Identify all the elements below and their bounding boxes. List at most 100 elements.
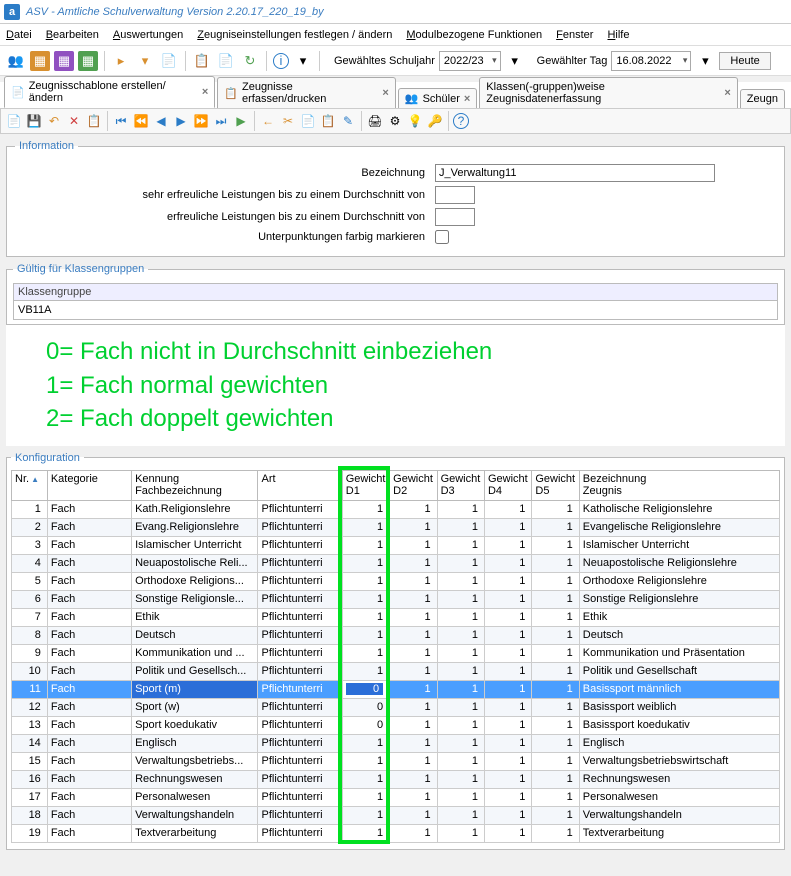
table-cell[interactable]: 9 <box>12 644 48 662</box>
col-nr[interactable]: Nr.▲ <box>12 470 48 500</box>
schuljahr-combo[interactable]: 2022/23 <box>439 51 501 71</box>
table-cell[interactable]: Pflichtunterri <box>258 554 342 572</box>
tag-dropdown-icon[interactable]: ▾ <box>695 51 715 71</box>
table-cell[interactable]: 1 <box>532 734 579 752</box>
table-row[interactable]: 11FachSport (m)Pflichtunterri1111Basissp… <box>12 680 780 698</box>
table-cell[interactable]: 1 <box>437 716 484 734</box>
table-cell[interactable]: Fach <box>47 500 131 518</box>
refresh-icon[interactable]: ↻ <box>240 51 260 71</box>
table-cell[interactable]: Pflichtunterri <box>258 590 342 608</box>
table-cell[interactable]: 1 <box>390 644 437 662</box>
table-cell[interactable]: 1 <box>390 626 437 644</box>
table-cell[interactable]: 2 <box>12 518 48 536</box>
table-cell[interactable]: Pflichtunterri <box>258 518 342 536</box>
table-row[interactable]: 6FachSonstige Religionsle...Pflichtunter… <box>12 590 780 608</box>
table-cell[interactable]: Englisch <box>132 734 258 752</box>
table-cell[interactable]: Fach <box>47 662 131 680</box>
table-cell[interactable]: 1 <box>437 752 484 770</box>
module-icon-1[interactable]: ▦ <box>30 51 50 71</box>
table-cell[interactable]: 1 <box>484 752 531 770</box>
table-cell[interactable]: Fach <box>47 644 131 662</box>
erfreulich-input[interactable] <box>435 208 475 226</box>
schuljahr-dropdown-icon[interactable]: ▾ <box>505 51 525 71</box>
table-cell[interactable]: 1 <box>484 698 531 716</box>
table-cell[interactable]: 1 <box>437 770 484 788</box>
table-cell[interactable]: 1 <box>437 788 484 806</box>
table-cell[interactable]: 1 <box>342 518 389 536</box>
table-cell[interactable]: 1 <box>390 752 437 770</box>
table-cell[interactable]: 1 <box>437 806 484 824</box>
table-cell[interactable]: Verwaltungsbetriebswirtschaft <box>579 752 779 770</box>
table-cell[interactable]: Verwaltungshandeln <box>579 806 779 824</box>
col-bezeichnung[interactable]: BezeichnungZeugnis <box>579 470 779 500</box>
first-icon[interactable]: ⏮ <box>112 112 130 130</box>
key-icon[interactable]: 🔑 <box>426 112 444 130</box>
table-cell[interactable]: Politik und Gesellsch... <box>132 662 258 680</box>
table-cell[interactable]: 0 <box>342 716 389 734</box>
table-cell[interactable]: Evangelische Religionslehre <box>579 518 779 536</box>
table-cell[interactable]: 1 <box>342 590 389 608</box>
info-icon[interactable]: i <box>273 53 289 69</box>
table-cell[interactable]: 1 <box>342 572 389 590</box>
table-cell[interactable]: Islamischer Unterricht <box>579 536 779 554</box>
table-cell[interactable]: 1 <box>390 680 437 698</box>
table-cell[interactable]: 1 <box>532 572 579 590</box>
table-cell[interactable]: 1 <box>484 554 531 572</box>
nav-icon-1[interactable]: ▸ <box>111 51 131 71</box>
tab-klassen[interactable]: Klassen(-gruppen)weise Zeugnisdatenerfas… <box>479 77 737 108</box>
col-d4[interactable]: GewichtD4 <box>484 470 531 500</box>
table-cell[interactable]: 1 <box>484 680 531 698</box>
table-cell[interactable]: Fach <box>47 626 131 644</box>
table-cell[interactable]: 1 <box>342 554 389 572</box>
table-cell[interactable]: Personalwesen <box>579 788 779 806</box>
table-cell[interactable]: 1 <box>437 590 484 608</box>
table-cell[interactable]: 1 <box>532 698 579 716</box>
table-cell[interactable]: Sport (m) <box>132 680 258 698</box>
table-cell[interactable]: 1 <box>342 536 389 554</box>
table-cell[interactable]: Kath.Religionslehre <box>132 500 258 518</box>
table-cell[interactable]: Rechnungswesen <box>579 770 779 788</box>
table-row[interactable]: 4FachNeuapostolische Reli...Pflichtunter… <box>12 554 780 572</box>
table-cell[interactable]: 1 <box>484 644 531 662</box>
table-cell[interactable]: 1 <box>342 824 389 842</box>
table-cell[interactable]: 1 <box>484 770 531 788</box>
prev-icon[interactable]: ◀ <box>152 112 170 130</box>
tab-schueler[interactable]: 👥 Schüler × <box>398 88 477 108</box>
module-icon-3[interactable]: ▦ <box>78 51 98 71</box>
table-cell[interactable]: 1 <box>484 500 531 518</box>
unterpunkt-checkbox[interactable] <box>435 230 449 244</box>
tab-erfassen[interactable]: 📋 Zeugnisse erfassen/drucken × <box>217 77 396 108</box>
close-icon[interactable]: × <box>202 86 208 98</box>
table-cell[interactable]: 1 <box>437 734 484 752</box>
table-cell[interactable]: Sonstige Religionsle... <box>132 590 258 608</box>
last-icon[interactable]: ⏭ <box>212 112 230 130</box>
table-cell[interactable]: Pflichtunterri <box>258 608 342 626</box>
table-cell[interactable]: 5 <box>12 572 48 590</box>
table-cell[interactable]: Basissport männlich <box>579 680 779 698</box>
table-cell[interactable]: Islamischer Unterricht <box>132 536 258 554</box>
table-cell[interactable]: 1 <box>390 590 437 608</box>
table-cell[interactable]: 1 <box>532 644 579 662</box>
table-cell[interactable]: Pflichtunterri <box>258 626 342 644</box>
table-row[interactable]: 19FachTextverarbeitungPflichtunterri1111… <box>12 824 780 842</box>
table-cell[interactable]: Sport (w) <box>132 698 258 716</box>
menu-bearbeiten[interactable]: Bearbeiten <box>46 29 99 41</box>
bulb-icon[interactable]: 💡 <box>406 112 424 130</box>
table-cell[interactable]: Fach <box>47 590 131 608</box>
klassen-value[interactable]: VB11A <box>13 301 778 320</box>
table-cell[interactable]: Englisch <box>579 734 779 752</box>
table-cell[interactable]: 1 <box>390 518 437 536</box>
table-row[interactable]: 1FachKath.ReligionslehrePflichtunterri11… <box>12 500 780 518</box>
tab-zeugn-partial[interactable]: Zeugn <box>740 89 785 108</box>
menu-modul[interactable]: Modulbezogene Funktionen <box>406 29 542 41</box>
table-cell[interactable]: 1 <box>437 536 484 554</box>
table-cell[interactable]: 1 <box>12 500 48 518</box>
table-cell[interactable]: 1 <box>484 626 531 644</box>
table-cell[interactable]: 1 <box>437 500 484 518</box>
table-cell[interactable]: Pflichtunterri <box>258 536 342 554</box>
table-cell[interactable]: 1 <box>390 554 437 572</box>
cut-icon[interactable]: ✂ <box>279 112 297 130</box>
bezeichnung-input[interactable] <box>435 164 715 182</box>
table-cell[interactable]: 8 <box>12 626 48 644</box>
people-icon[interactable]: 👥 <box>6 51 26 71</box>
